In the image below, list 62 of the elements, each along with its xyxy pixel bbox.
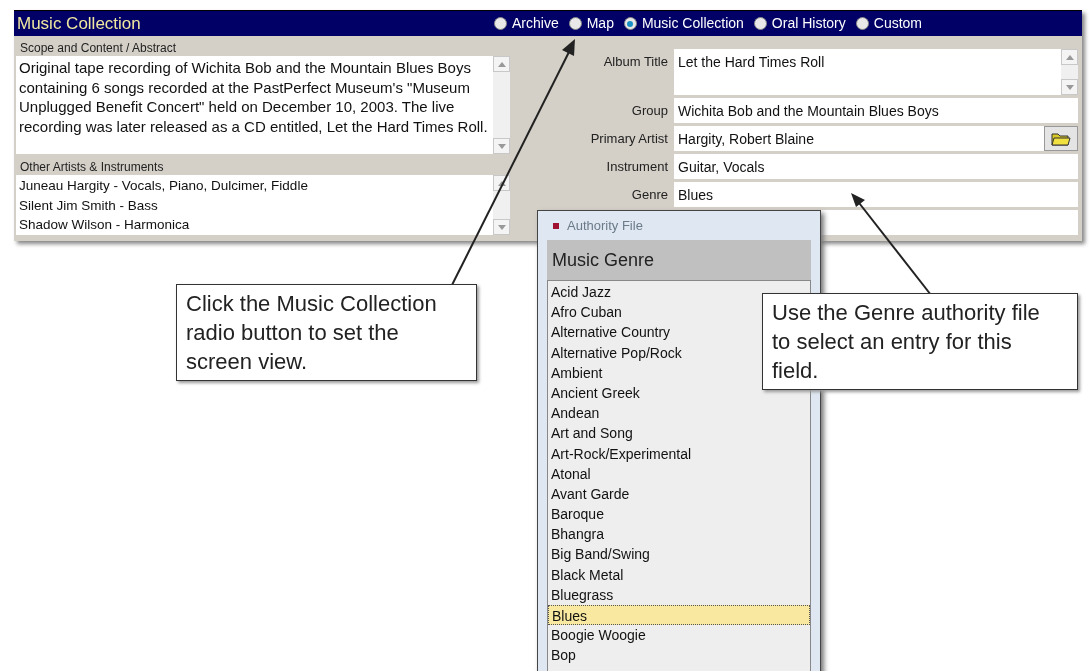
genre-item[interactable]: Andean — [548, 403, 603, 424]
radio-label[interactable]: Archive — [512, 13, 559, 34]
genre-item[interactable]: Bhangra — [548, 524, 607, 545]
genre-item[interactable]: Bop — [548, 645, 579, 666]
window-title: Authority File — [567, 216, 643, 235]
genre-item[interactable]: Avant Garde — [548, 483, 633, 505]
genre-item[interactable]: Black Metal — [548, 564, 627, 585]
radio-label[interactable]: Music Collection — [641, 13, 744, 34]
radio-button[interactable] — [623, 17, 637, 30]
field-value: Let the Hard Times Roll — [677, 53, 826, 72]
text-area[interactable] — [16, 56, 510, 154]
radio-button[interactable] — [568, 17, 582, 30]
scroll-down-icon[interactable] — [493, 219, 510, 235]
screen-title: Music Collection — [17, 12, 141, 35]
field-label: Group — [630, 102, 668, 120]
genre-item[interactable]: Acid Jazz — [548, 282, 614, 303]
radio-button[interactable] — [753, 17, 767, 30]
radio-button[interactable] — [855, 17, 869, 30]
field-label: Primary Artist — [589, 130, 668, 148]
field-value: Hargity, Robert Blaine — [677, 130, 815, 149]
artist-line: Silent Jim Smith - Bass — [19, 196, 159, 215]
radio-label[interactable]: Map — [586, 13, 614, 34]
field-label: Album Title — [602, 53, 668, 71]
scrollbar[interactable] — [1061, 49, 1078, 95]
genre-item[interactable]: Baroque — [548, 504, 607, 525]
field-label: Instrument — [605, 158, 668, 176]
genre-item[interactable]: Bluegrass — [548, 584, 617, 605]
genre-item[interactable]: Art-Rock/Experimental — [548, 443, 695, 464]
scrollbar[interactable] — [493, 56, 510, 154]
genre-item[interactable]: Ambient — [548, 362, 606, 383]
list-heading: Music Genre — [547, 240, 811, 280]
window-icon — [553, 222, 559, 229]
section-label: Other Artists & Instruments — [19, 159, 165, 175]
text-field[interactable]: Hargity, Robert Blaine — [674, 126, 1078, 151]
scroll-down-icon[interactable] — [493, 138, 510, 154]
genre-item[interactable]: Blues — [548, 605, 810, 626]
artist-line: Juneau Hargity - Vocals, Piano, Dulcimer, Fiddle — [19, 177, 309, 195]
genre-item[interactable]: Afro Cuban — [548, 302, 625, 323]
artist-line: Shadow Wilson - Harmonica — [19, 216, 191, 234]
section-label: Scope and Content / Abstract — [19, 40, 178, 56]
text-area[interactable]: Juneau Hargity - Vocals, Piano, Dulcimer, Fiddle Silent Jim Smith - Bass Shadow Wilson - Harmonica — [16, 175, 510, 235]
genre-item[interactable]: Boogie Woogie — [548, 625, 649, 646]
genre-item[interactable]: Alternative Country — [548, 322, 674, 343]
scrollbar[interactable] — [493, 175, 510, 235]
genre-item[interactable]: Atonal — [548, 463, 594, 484]
folder-icon[interactable] — [1044, 126, 1078, 151]
radio-label[interactable]: Oral History — [771, 13, 846, 34]
radio-label[interactable]: Custom — [873, 13, 922, 34]
radio-button[interactable] — [494, 17, 507, 30]
callout-text: Click the Music Collection radio button to set the screen view. — [186, 290, 438, 376]
text-field[interactable]: Blues — [674, 182, 1078, 207]
text-field[interactable]: Let the Hard Times Roll — [674, 49, 1078, 95]
field-label: Genre — [630, 186, 668, 204]
genre-item[interactable]: Big Band/Swing — [548, 544, 653, 565]
text-field[interactable]: Wichita Bob and the Mountain Blues Boys — [674, 98, 1078, 123]
scroll-down-icon[interactable] — [1061, 79, 1078, 95]
genre-item[interactable]: Ancient Greek — [548, 382, 643, 404]
callout-text: Use the Genre authority file to select an entry for this field. — [772, 299, 1041, 385]
text-field[interactable]: Guitar, Vocals — [674, 154, 1078, 179]
genre-item[interactable]: Art and Song — [548, 423, 636, 444]
genre-item[interactable]: Alternative Pop/Rock — [548, 342, 685, 363]
abstract-text: Original tape recording of Wichita Bob and the Mountain Blues Boys containing 6 songs recorded at the PastPerfect Museum's "Museum Unplugged Benefit Concert" held on December 10, 2003. The live recording was later released as a CD entitled, Let the Hard Times Roll. — [18, 58, 489, 137]
